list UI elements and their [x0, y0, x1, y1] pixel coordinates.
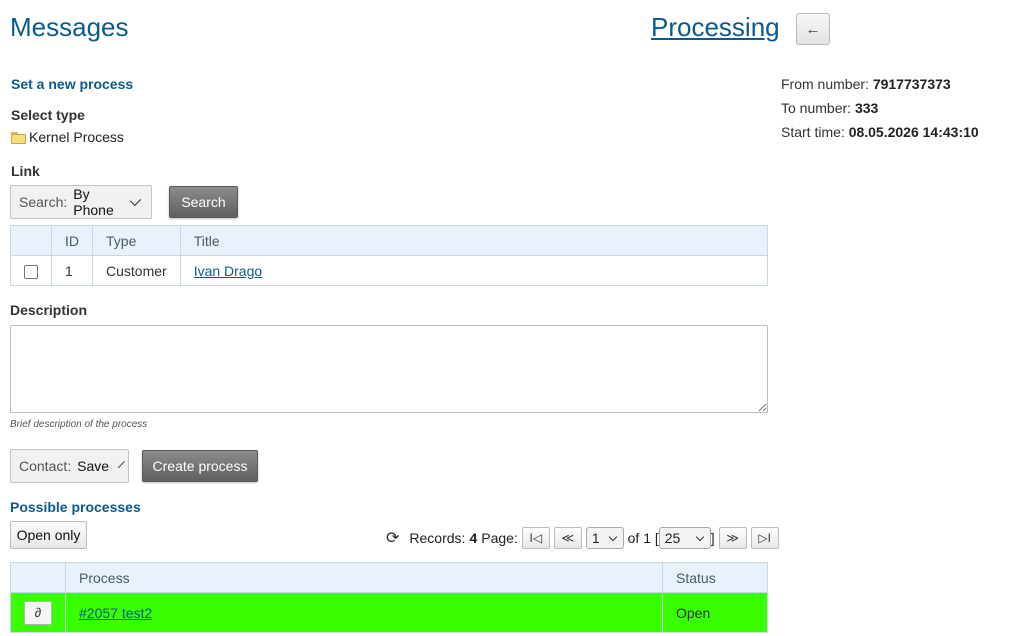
from-value: 7917737373	[872, 76, 951, 92]
close-bracket: ]	[710, 530, 715, 546]
chevron-down-icon	[118, 460, 126, 468]
row-checkbox-cell	[10, 255, 52, 286]
search-mode-select[interactable]: Search: By Phone	[10, 185, 152, 219]
row-checkbox[interactable]	[24, 264, 38, 279]
start-value: 08.05.2026 14:43:10	[848, 124, 979, 140]
page-size-select[interactable]: 25	[658, 527, 711, 549]
table-row: ∂ #2057 test2 Open	[10, 592, 768, 633]
col-select	[10, 225, 52, 256]
first-page-icon: I◁	[529, 531, 543, 545]
row-title-cell: Ivan Drago	[179, 255, 769, 286]
select-type-label: Select type	[11, 107, 85, 123]
link-icon: ∂	[34, 605, 42, 620]
records-value: 4	[469, 530, 478, 546]
processes-table-header: Process Status	[10, 562, 768, 593]
type-value: Kernel Process	[29, 129, 124, 145]
last-page-button[interactable]: ▷I	[750, 527, 779, 549]
link-table-header: ID Type Title	[10, 225, 769, 256]
col-process: Process	[65, 562, 663, 593]
create-process-button[interactable]: Create process	[142, 450, 258, 482]
arrow-left-icon: ←	[805, 20, 821, 38]
chevron-down-icon	[608, 532, 617, 541]
search-button[interactable]: Search	[169, 186, 238, 218]
pagination: ⟳ Records: 4 Page: I◁ ≪ 1 of 1 [ 25 ] ≫ …	[386, 526, 779, 550]
from-label: From number:	[781, 76, 869, 92]
processes-table: Process Status ∂ #2057 test2 Open	[10, 562, 768, 633]
contact-value: Save	[77, 458, 110, 474]
link-label: Link	[11, 163, 40, 179]
row-link-cell: ∂	[10, 592, 66, 633]
search-key: Search:	[19, 194, 68, 210]
page-select[interactable]: 1	[585, 527, 624, 549]
row-process-cell: #2057 test2	[65, 592, 663, 633]
process-link[interactable]: #2057 test2	[79, 605, 152, 621]
first-page-button[interactable]: I◁	[521, 527, 550, 549]
possible-processes-heading: Possible processes	[10, 499, 141, 515]
next-page-button[interactable]: ≫	[718, 527, 747, 549]
description-hint: Brief description of the process	[10, 419, 148, 430]
folder-icon	[11, 132, 26, 144]
to-number: To number: 333	[781, 100, 878, 116]
open-only-button[interactable]: Open only	[10, 521, 87, 549]
search-value: By Phone	[73, 186, 114, 218]
description-field[interactable]	[10, 325, 768, 413]
to-value: 333	[854, 100, 879, 116]
col-link	[10, 562, 66, 593]
col-type: Type	[92, 225, 181, 256]
col-status: Status	[662, 562, 768, 593]
link-table: ID Type Title 1 Customer Ivan Drago	[10, 225, 769, 286]
refresh-icon[interactable]: ⟳	[386, 528, 399, 548]
page-size-value: 25	[664, 530, 681, 546]
chevron-down-icon	[695, 532, 705, 541]
start-time: Start time: 08.05.2026 14:43:10	[781, 124, 979, 140]
back-button[interactable]: ←	[796, 13, 830, 45]
page-value: 1	[591, 530, 600, 546]
row-type: Customer	[92, 255, 181, 286]
contact-key: Contact:	[19, 458, 72, 474]
prev-page-button[interactable]: ≪	[553, 527, 582, 549]
contact-select[interactable]: Contact: Save	[10, 449, 129, 483]
from-number: From number: 7917737373	[781, 76, 951, 92]
table-row: 1 Customer Ivan Drago	[10, 255, 769, 286]
link-process-button[interactable]: ∂	[24, 600, 52, 625]
last-page-icon: ▷I	[758, 531, 771, 545]
description-label: Description	[10, 302, 88, 318]
set-process-heading[interactable]: Set a new process	[11, 76, 133, 92]
chevron-down-icon	[129, 194, 142, 206]
col-title: Title	[179, 225, 769, 256]
prev-page-icon: ≪	[561, 531, 575, 545]
row-id: 1	[51, 255, 93, 286]
processing-link[interactable]: Processing	[651, 12, 780, 43]
start-label: Start time:	[781, 124, 845, 140]
page-label: Page:	[481, 530, 518, 546]
to-label: To number:	[781, 100, 852, 116]
next-page-icon: ≫	[726, 531, 739, 545]
col-id: ID	[51, 225, 93, 256]
row-title-link[interactable]: Ivan Drago	[194, 263, 262, 279]
records-label: Records:	[409, 530, 466, 546]
row-status: Open	[662, 592, 768, 633]
page-title: Messages	[10, 12, 129, 42]
type-tree-item[interactable]: Kernel Process	[11, 129, 124, 145]
of-label: of 1 [	[627, 530, 659, 546]
